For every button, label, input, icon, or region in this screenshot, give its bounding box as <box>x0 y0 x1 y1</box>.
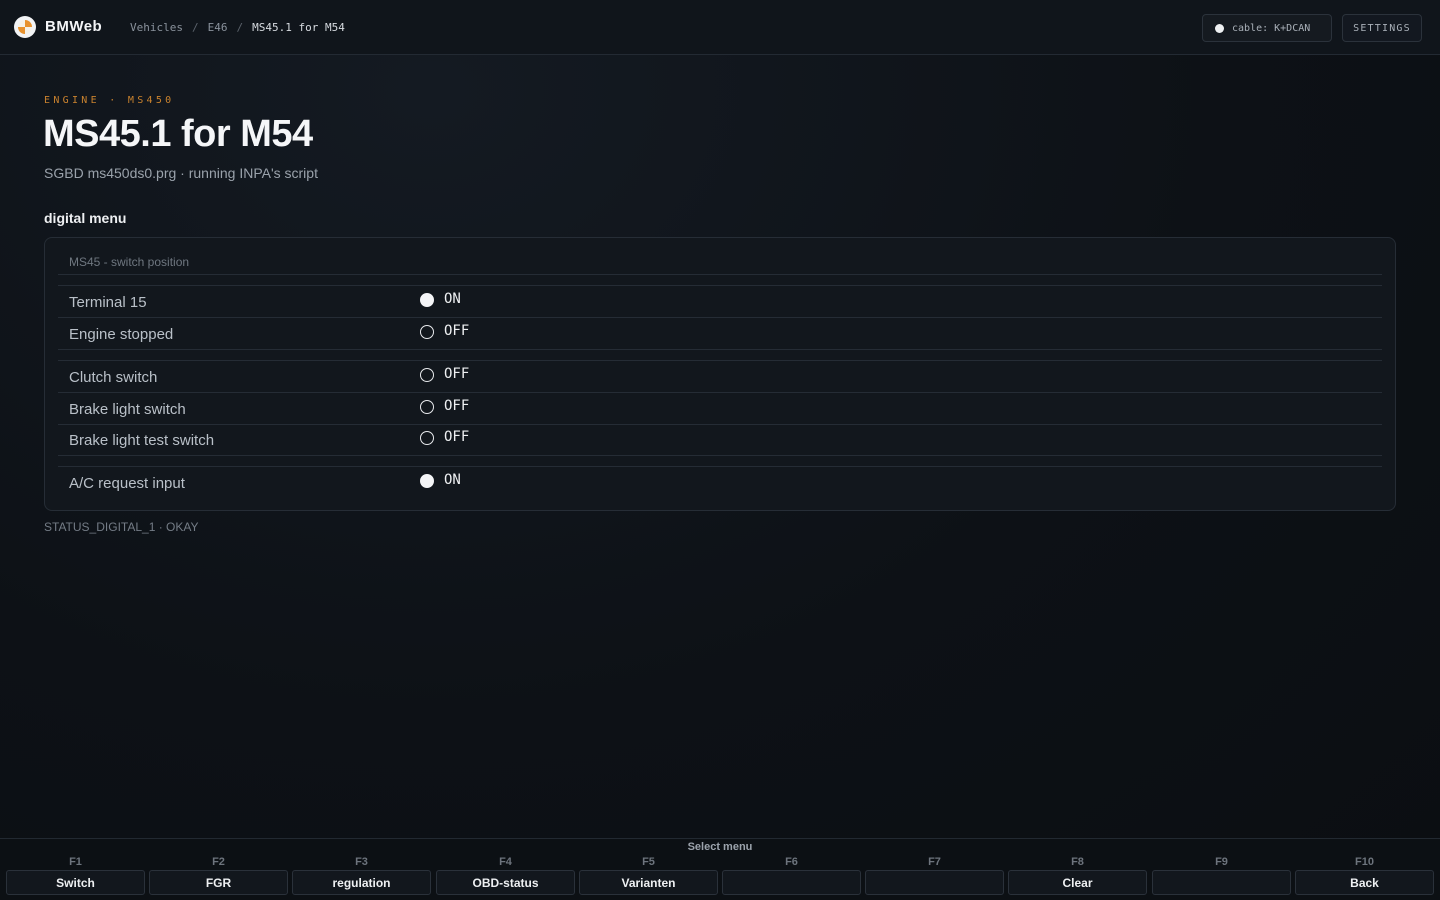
row-value: ON <box>444 472 461 488</box>
fkey-name: F5 <box>642 856 655 868</box>
divider <box>58 455 1382 456</box>
connection-dot-icon <box>1215 23 1224 33</box>
row-label: Engine stopped <box>69 326 174 343</box>
row-label: Brake light test switch <box>69 432 215 449</box>
fkey-f5-button[interactable]: Varianten <box>579 870 718 895</box>
status-row: Clutch switch OFF <box>58 362 1382 392</box>
divider <box>58 392 1382 393</box>
fkey-name: F4 <box>499 856 512 868</box>
fkey-f9: F9 <box>1152 839 1291 900</box>
fkey-f1-button[interactable]: Switch <box>6 870 145 895</box>
job-status-line: STATUS_DIGITAL_1 · OKAY <box>44 520 199 534</box>
panel-caption: MS45 - switch position <box>69 255 190 269</box>
fkey-name: F6 <box>785 856 798 868</box>
state-indicator-icon <box>420 431 434 445</box>
fkey-name: F3 <box>355 856 368 868</box>
status-row: Brake light switch OFF <box>58 394 1382 424</box>
state-indicator-icon <box>420 293 434 307</box>
divider <box>58 466 1382 467</box>
fkey-f4: F4 OBD-status <box>436 839 575 900</box>
function-key-bar: Select menu F1 Switch F2 FGR F3 regulati… <box>0 838 1440 900</box>
fkey-f1: F1 Switch <box>6 839 145 900</box>
fkey-f10-button[interactable]: Back <box>1295 870 1434 895</box>
row-label: Terminal 15 <box>69 294 147 311</box>
row-value: OFF <box>444 429 470 445</box>
fkey-name: F1 <box>69 856 82 868</box>
status-row: Terminal 15 ON <box>58 287 1382 317</box>
row-label: Clutch switch <box>69 369 158 386</box>
fkey-f3-button[interactable]: regulation <box>292 870 431 895</box>
cable-status-button[interactable]: cable: K+DCAN <box>1202 14 1332 42</box>
app-brand[interactable]: BMWeb <box>45 18 102 35</box>
divider <box>58 317 1382 318</box>
status-row: Brake light test switch OFF <box>58 425 1382 455</box>
fkey-f8: F8 Clear <box>1008 839 1147 900</box>
page-subtitle: SGBD ms450ds0.prg · running INPA's scrip… <box>44 165 318 181</box>
breadcrumb-separator: / <box>191 21 199 34</box>
row-value: OFF <box>444 366 470 382</box>
top-bar: BMWeb Vehicles / E46 / MS45.1 for M54 ca… <box>0 0 1440 55</box>
section-title: digital menu <box>44 210 127 226</box>
fkey-name: F7 <box>928 856 941 868</box>
divider <box>58 360 1382 361</box>
fkey-f4-button[interactable]: OBD-status <box>436 870 575 895</box>
state-indicator-icon <box>420 474 434 488</box>
fkey-f10: F10 Back <box>1295 839 1434 900</box>
fkey-f5: F5 Varianten <box>579 839 718 900</box>
row-value: OFF <box>444 323 470 339</box>
divider <box>58 349 1382 350</box>
fkey-name: F10 <box>1355 856 1374 868</box>
fkey-f7: F7 <box>865 839 1004 900</box>
fkey-f7-button[interactable] <box>865 870 1004 895</box>
fkey-f6-button[interactable] <box>722 870 861 895</box>
fkey-name: F2 <box>212 856 225 868</box>
breadcrumb-separator: / <box>236 21 244 34</box>
breadcrumb-e46[interactable]: E46 <box>208 21 228 34</box>
state-indicator-icon <box>420 325 434 339</box>
fkey-name: F9 <box>1215 856 1228 868</box>
fkey-f2: F2 FGR <box>149 839 288 900</box>
row-label: A/C request input <box>69 475 185 492</box>
fkey-f8-button[interactable]: Clear <box>1008 870 1147 895</box>
status-row: Engine stopped OFF <box>58 319 1382 349</box>
fkey-name: F8 <box>1071 856 1084 868</box>
status-row: A/C request input ON <box>58 468 1382 498</box>
breadcrumb: Vehicles / E46 / MS45.1 for M54 <box>130 21 345 34</box>
breadcrumb-current: MS45.1 for M54 <box>252 21 345 34</box>
row-label: Brake light switch <box>69 401 186 418</box>
state-indicator-icon <box>420 400 434 414</box>
state-indicator-icon <box>420 368 434 382</box>
fkey-f3: F3 regulation <box>292 839 431 900</box>
page-eyebrow: ENGINE · MS450 <box>44 95 175 106</box>
breadcrumb-vehicles[interactable]: Vehicles <box>130 21 183 34</box>
row-value: OFF <box>444 398 470 414</box>
fkey-f2-button[interactable]: FGR <box>149 870 288 895</box>
divider <box>58 285 1382 286</box>
fkey-f9-button[interactable] <box>1152 870 1291 895</box>
fkey-f6: F6 <box>722 839 861 900</box>
page-title: MS45.1 for M54 <box>43 113 313 155</box>
divider <box>58 274 1382 275</box>
row-value: ON <box>444 291 461 307</box>
switch-position-panel: MS45 - switch position Terminal 15 ON En… <box>44 237 1396 511</box>
bmweb-logo-icon[interactable] <box>14 16 36 38</box>
settings-button[interactable]: SETTINGS <box>1342 14 1422 42</box>
cable-status-label: cable: K+DCAN <box>1232 22 1311 34</box>
